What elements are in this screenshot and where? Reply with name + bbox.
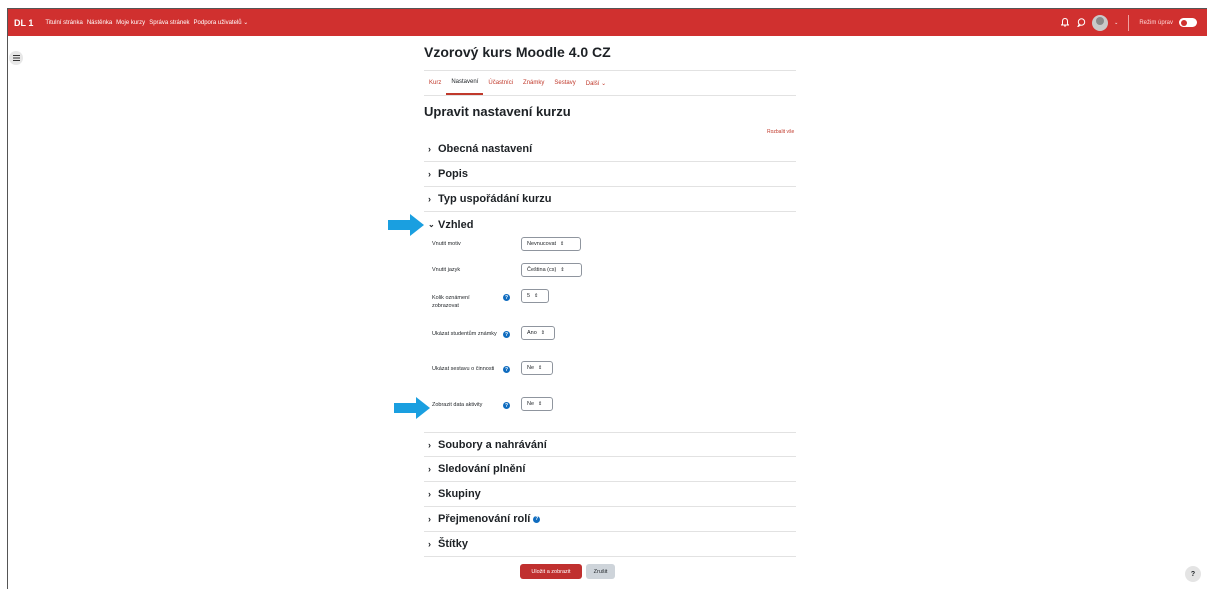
navbar-divider [1128,14,1130,31]
chevron-right-icon: › [428,514,431,524]
section-groups[interactable]: › Skupiny [424,482,796,507]
news-items-select[interactable]: 5 ⇕ [521,289,549,303]
select-value: 5 [527,293,531,299]
section-general[interactable]: › Obecná nastavení [424,137,796,162]
chevron-right-icon: › [428,194,431,204]
chevron-right-icon: › [428,539,431,549]
section-label: Vzhled [438,218,474,231]
force-theme-select[interactable]: Nevnucovat ⇕ [521,237,581,251]
section-course-format[interactable]: › Typ uspořádání kurzu [424,187,796,212]
tab-grades[interactable]: Známky [518,71,549,95]
select-caret-icon: ⇕ [560,241,565,247]
chevron-right-icon: › [428,489,431,499]
annotation-arrow-icon [388,214,424,236]
chevron-right-icon: › [428,169,431,179]
section-tags[interactable]: › Štítky [424,532,796,557]
chevron-right-icon: › [428,144,431,154]
help-icon[interactable]: ? [533,515,541,523]
avatar[interactable] [1092,14,1109,31]
select-caret-icon: ⇕ [538,365,543,371]
field-label-show-grades: Ukázat studentům známky [432,331,497,337]
select-value: Nevnucovat [527,241,557,247]
section-completion-tracking[interactable]: › Sledování plnění [424,457,796,482]
top-navbar: DL 1 Titulní stránka Nástěnka Moje kurzy… [8,9,1207,36]
chevron-right-icon: › [428,464,431,474]
select-caret-icon: ⇕ [538,401,543,407]
section-label: Typ uspořádání kurzu [438,193,552,205]
edit-mode-label: Režim úprav [1139,19,1173,26]
course-tabs: Kurz Nastavení Účastníci Známky Sestavy … [424,70,796,96]
chevron-right-icon: › [428,439,431,450]
section-files-uploads[interactable]: › Soubory a nahrávání [424,432,796,457]
section-label: Sledování plnění [438,463,526,475]
help-icon[interactable]: ? [1185,566,1201,582]
show-activity-dates-select[interactable]: Ne ⇕ [521,397,553,411]
chevron-down-icon: ⌄ [428,220,435,229]
expand-all-link[interactable]: Rozbalit vše [767,129,794,135]
show-grades-select[interactable]: Ano ⇕ [521,326,555,340]
select-value: Čeština (cs) [527,267,557,273]
tab-reports[interactable]: Sestavy [549,71,580,95]
bell-icon[interactable] [1060,18,1070,28]
nav-link-site-admin[interactable]: Správa stránek [149,20,189,26]
help-icon[interactable]: ? [503,331,510,338]
section-description[interactable]: › Popis [424,162,796,187]
tab-more[interactable]: Další ⌄ [581,71,611,95]
course-index-toggle[interactable] [9,51,23,65]
section-role-renaming[interactable]: › Přejmenování rolí ? [424,507,796,532]
nav-link-my-courses[interactable]: Moje kurzy [116,20,145,26]
navbar-right: ⌄ Režim úprav [1060,9,1197,36]
section-appearance[interactable]: ⌄ Vzhled [424,212,796,237]
field-label-news-items: Kolik oznámení zobrazovat [432,295,470,309]
edit-mode-toggle[interactable] [1179,18,1197,27]
select-value: Ne [527,401,535,407]
site-brand[interactable]: DL 1 [14,18,33,28]
section-label: Obecná nastavení [438,143,533,155]
save-and-display-button[interactable]: Uložit a zobrazit [520,564,582,579]
tab-course[interactable]: Kurz [424,71,446,95]
field-label-show-reports: Ukázat sestavu o činnosti [432,366,495,372]
cancel-button[interactable]: Zrušit [586,564,615,579]
section-label: Skupiny [438,488,481,500]
field-label-force-theme: Vnutit motiv [432,241,461,247]
chevron-down-icon[interactable]: ⌄ [1114,20,1118,26]
show-reports-select[interactable]: Ne ⇕ [521,361,553,375]
select-caret-icon: ⇕ [534,293,539,299]
help-icon[interactable]: ? [503,366,510,373]
field-label-show-activity-dates: Zobrazit data aktivity [432,402,483,408]
nav-link-user-support[interactable]: Podpora uživatelů ⌄ [194,19,249,26]
section-label: Popis [438,168,468,180]
section-label: Soubory a nahrávání [438,438,547,451]
force-language-select[interactable]: Čeština (cs) ⇕ [521,263,582,277]
select-caret-icon: ⇕ [560,267,565,273]
nav-link-home[interactable]: Titulní stránka [45,20,82,26]
page-title: Vzorový kurs Moodle 4.0 CZ [424,44,611,60]
tab-settings[interactable]: Nastavení [446,71,484,95]
help-icon[interactable]: ? [503,294,510,301]
tab-participants[interactable]: Účastníci [483,71,518,95]
annotation-arrow-icon [394,397,430,419]
help-icon[interactable]: ? [503,402,510,409]
form-heading: Upravit nastavení kurzu [424,104,571,119]
select-caret-icon: ⇕ [540,330,545,336]
field-label-force-language: Vnutit jazyk [432,267,461,273]
section-label: Přejmenování rolí [438,513,531,525]
chat-icon[interactable] [1076,18,1086,28]
section-label: Štítky [438,538,468,550]
select-value: Ano [527,330,537,336]
list-icon [12,55,20,61]
nav-link-dashboard[interactable]: Nástěnka [87,20,112,26]
select-value: Ne [527,365,535,371]
